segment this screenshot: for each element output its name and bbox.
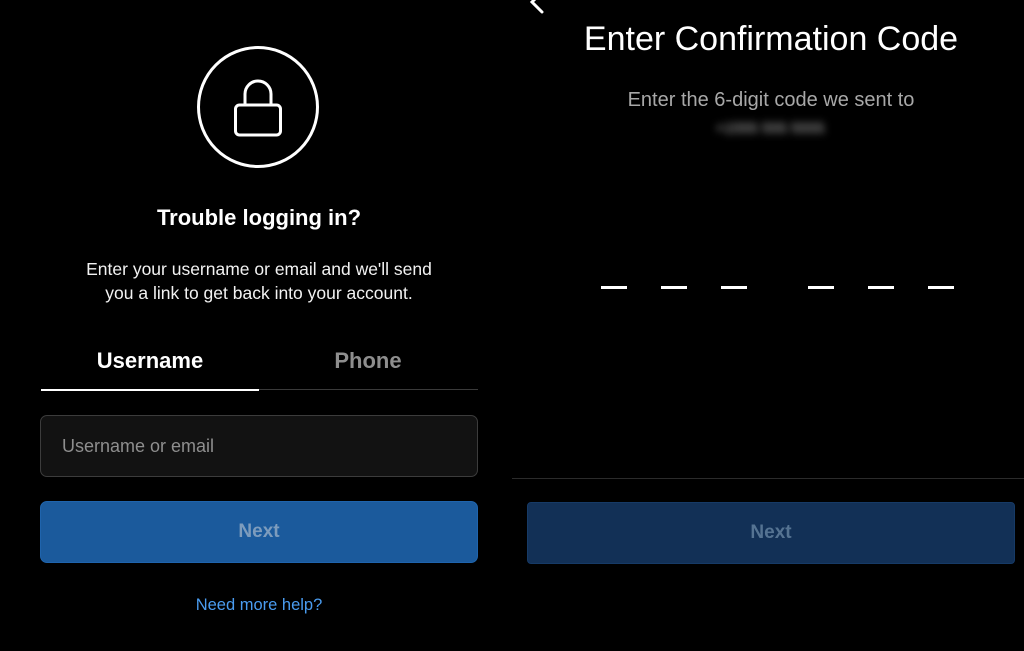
code-digit-slot-5[interactable] — [868, 286, 894, 289]
tab-phone[interactable]: Phone — [259, 346, 477, 390]
tab-active-indicator — [41, 389, 259, 391]
confirmation-title: Enter Confirmation Code — [583, 20, 959, 58]
code-digit-slot-1[interactable] — [601, 286, 627, 289]
phone-number-blurred: +1555 555 5555 — [715, 120, 825, 137]
username-email-input[interactable] — [40, 415, 478, 477]
code-digit-slot-2[interactable] — [661, 286, 687, 289]
app-canvas: Trouble logging in? Enter your username … — [0, 0, 1024, 651]
page-title: Trouble logging in? — [156, 205, 362, 230]
lock-icon-circle — [197, 46, 319, 168]
chevron-left-icon — [529, 0, 544, 14]
next-button[interactable]: Next — [40, 501, 478, 563]
confirmation-divider — [512, 478, 1024, 479]
lock-icon — [234, 79, 282, 137]
need-more-help-link[interactable]: Need more help? — [0, 596, 518, 615]
back-button[interactable] — [522, 0, 550, 20]
code-digit-slot-6[interactable] — [928, 286, 954, 289]
tab-username[interactable]: Username — [41, 346, 259, 390]
code-digit-slot-3[interactable] — [721, 286, 747, 289]
confirmation-description: Enter the 6-digit code we sent to — [627, 89, 915, 111]
confirm-next-button[interactable]: Next — [527, 502, 1015, 564]
reset-description: Enter your username or email and we'll s… — [86, 259, 432, 303]
code-digit-slot-4[interactable] — [808, 286, 834, 289]
masked-phone-number: +1555 555 5555 — [680, 120, 860, 138]
